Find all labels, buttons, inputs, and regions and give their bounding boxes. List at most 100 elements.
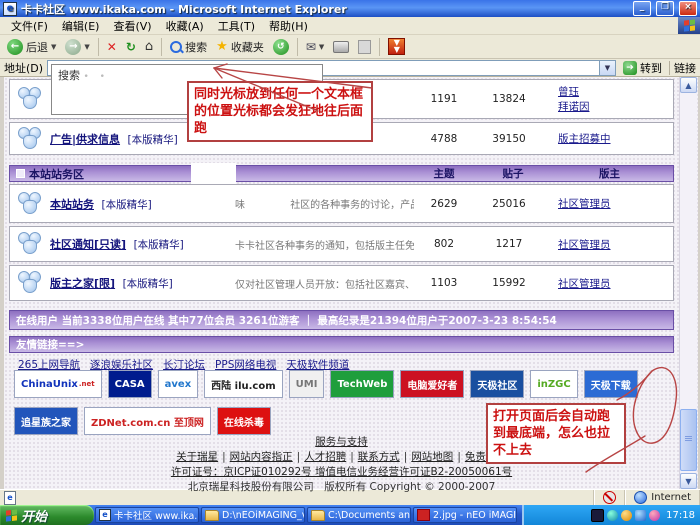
menu-item-4[interactable]: 工具(T) — [211, 18, 262, 34]
footer-link[interactable]: 网站地图 — [411, 451, 453, 463]
partner-logo[interactable]: 追星族之家 — [14, 407, 78, 435]
online-users-bar: 在线用户 当前3338位用户在线 其中77位会员 3261位游客 ｜ 最高纪录是… — [9, 310, 674, 330]
forum-title-link[interactable]: 社区通知[只读] — [50, 238, 126, 251]
address-label: 地址(D) — [4, 60, 43, 76]
moderator-link[interactable]: 拜诺因 — [558, 99, 673, 114]
home-icon: ⌂ — [145, 40, 153, 54]
menu-item-5[interactable]: 帮助(H) — [262, 18, 315, 34]
back-dropdown-icon[interactable]: ▼ — [51, 43, 56, 51]
scrollbar-thumb[interactable] — [680, 409, 697, 471]
search-label: 搜索 — [185, 39, 207, 55]
forum-board-icon — [17, 231, 43, 257]
mail-button[interactable]: ✉ ▼ — [303, 39, 327, 55]
start-button[interactable]: 开始 — [0, 505, 94, 525]
close-button[interactable]: × — [679, 1, 697, 16]
history-button[interactable]: ↺ — [270, 38, 292, 56]
autocomplete-item[interactable]: 搜索 — [58, 69, 80, 82]
tray-icon[interactable] — [635, 510, 646, 521]
print-button[interactable] — [330, 40, 352, 54]
moderator-link[interactable]: 版主招募中 — [558, 133, 611, 145]
forum-digest-tag[interactable]: [本版精华] — [134, 239, 184, 251]
search-button[interactable]: 搜索 — [167, 38, 210, 56]
forum-title-link[interactable]: 本站站务 — [50, 198, 94, 211]
partner-logo[interactable]: 天极下载 — [584, 370, 638, 398]
mail-icon: ✉ — [306, 40, 316, 54]
folder-icon — [311, 510, 325, 521]
home-button[interactable]: ⌂ — [142, 39, 156, 55]
partner-logo[interactable]: UMI — [289, 370, 325, 398]
moderator-link[interactable]: 社区管理员 — [558, 198, 611, 210]
menu-item-3[interactable]: 收藏(A) — [159, 18, 211, 34]
partner-logo[interactable]: ChinaUnix.net — [14, 370, 102, 398]
partner-logo[interactable]: 在线杀毒 — [217, 407, 271, 435]
footer-link[interactable]: 联系方式 — [358, 451, 400, 463]
footer-link[interactable]: 关于瑞星 — [176, 451, 218, 463]
partner-logo[interactable]: CASA — [108, 370, 152, 398]
footer-support-link[interactable]: 服务与支持 — [315, 436, 368, 448]
menu-item-1[interactable]: 编辑(E) — [55, 18, 107, 34]
ie-page-icon: e — [3, 2, 17, 16]
addressbar-separator — [669, 61, 670, 75]
go-button[interactable]: ➔ 转到 — [620, 60, 665, 76]
forum-title-link[interactable]: 广告|供求信息 — [50, 133, 120, 146]
address-dropdown-icon[interactable]: ▼ — [599, 61, 615, 75]
edit-button[interactable] — [355, 39, 374, 55]
taskbar-item-image-editor[interactable]: 2.jpg - nEO iMAGING — [413, 507, 517, 523]
restricted-icon — [603, 491, 616, 504]
flashget-button[interactable]: ▼▼ — [385, 37, 408, 56]
menu-bar: 文件(F)编辑(E)查看(V)收藏(A)工具(T)帮助(H) — [0, 17, 700, 35]
favorites-button[interactable]: ★ 收藏夹 — [213, 38, 267, 56]
partner-logo[interactable]: TechWeb — [330, 370, 394, 398]
moderator-link[interactable]: 社区管理员 — [558, 239, 611, 251]
toolbar-separator — [98, 38, 99, 56]
vertical-scrollbar[interactable]: ▲ ▼ — [679, 77, 697, 489]
footer-separator: | — [350, 451, 354, 463]
favorites-label: 收藏夹 — [231, 39, 264, 55]
system-tray: 17:18 — [522, 505, 700, 525]
refresh-button[interactable]: ↻ — [123, 39, 139, 55]
forum-title-link[interactable]: 版主之家[限] — [50, 277, 115, 290]
links-label[interactable]: 链接 — [674, 60, 696, 76]
footer-link[interactable]: 人才招聘 — [304, 451, 346, 463]
forum-digest-tag[interactable]: [本版精华] — [128, 134, 178, 146]
moderator-link[interactable]: 社区管理员 — [558, 278, 611, 290]
flashget-icon: ▼▼ — [388, 38, 405, 55]
partner-logo[interactable]: inZGC — [530, 370, 577, 398]
menu-item-0[interactable]: 文件(F) — [4, 18, 55, 34]
menu-item-2[interactable]: 查看(V) — [106, 18, 158, 34]
edit-icon — [358, 40, 371, 54]
partner-logo[interactable]: avex — [158, 370, 199, 398]
taskbar-item-browser[interactable]: e 卡卡社区 www.ika... — [95, 507, 199, 523]
tray-icon[interactable] — [607, 510, 618, 521]
moderator-link[interactable]: 曾珏 — [558, 84, 673, 99]
back-button[interactable]: ← 后退 ▼ — [4, 38, 59, 56]
partner-logo[interactable]: 西陆 ilu.com — [204, 370, 282, 398]
print-icon — [333, 41, 349, 53]
partner-logo[interactable]: 天极社区 — [470, 370, 524, 398]
tray-icon[interactable] — [621, 510, 632, 521]
annotation-scroll-note: 打开页面后会自动跑到最底端，怎么也拉不上去 — [486, 403, 626, 464]
stop-button[interactable]: ✕ — [104, 39, 120, 55]
minimize-button[interactable]: _ — [633, 1, 651, 16]
forward-button[interactable]: → ▼ — [62, 38, 92, 56]
taskbar-item-folder-d[interactable]: D:\nEOiMAGING_v024 — [201, 507, 305, 523]
collapse-icon[interactable] — [16, 169, 25, 178]
forum-desc-fragment: 味 — [235, 200, 245, 211]
column-header-moderator: 版主 — [552, 166, 667, 181]
forum-digest-tag[interactable]: [本版精华] — [102, 199, 152, 211]
scroll-up-button[interactable]: ▲ — [680, 77, 697, 93]
mail-dropdown-icon[interactable]: ▼ — [319, 43, 324, 51]
taskbar-clock: 17:18 — [666, 510, 695, 521]
forum-digest-tag[interactable]: [本版精华] — [123, 278, 173, 290]
antivirus-tray-icon[interactable] — [591, 509, 604, 522]
forward-dropdown-icon[interactable]: ▼ — [84, 43, 89, 51]
footer-link[interactable]: 网站内容指正 — [230, 451, 293, 463]
taskbar-item-folder-c[interactable]: C:\Documents and... — [307, 507, 411, 523]
toolbar-separator — [297, 38, 298, 56]
restore-button[interactable]: ❐ — [656, 1, 674, 16]
forum-desc: 卡卡社区各种事务的通知，包括版主任免、用户发言等。 — [235, 237, 414, 252]
partner-logo[interactable]: 电脑爱好者 — [400, 370, 464, 398]
tray-icon[interactable] — [649, 510, 660, 521]
scroll-down-button[interactable]: ▼ — [680, 473, 697, 489]
partner-logo[interactable]: ZDNet.com.cn 至顶网 — [84, 407, 211, 435]
